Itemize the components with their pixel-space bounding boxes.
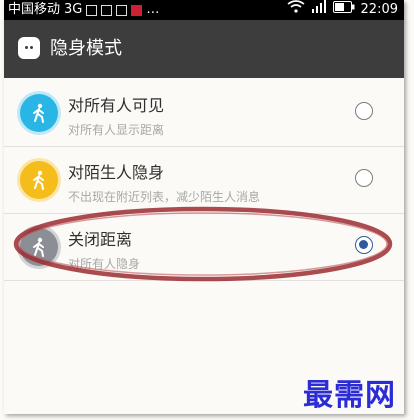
more-icon: …	[146, 2, 160, 17]
option-label: 对所有人可见	[68, 96, 165, 115]
chat-bubble-icon[interactable]	[18, 37, 40, 59]
option-visible-to-all[interactable]: 对所有人可见 对所有人显示距离	[4, 80, 404, 147]
option-description: 不出现在附近列表，减少陌生人消息	[68, 190, 261, 204]
option-description: 对所有人隐身	[68, 257, 141, 271]
page-title: 隐身模式	[50, 38, 122, 59]
option-hidden-from-strangers[interactable]: 对陌生人隐身 不出现在附近列表，减少陌生人消息	[4, 147, 404, 214]
radio-button-selected[interactable]	[355, 236, 373, 254]
signal-icon	[311, 0, 327, 20]
radio-button[interactable]	[355, 169, 373, 187]
network-type: 3G	[64, 2, 83, 17]
battery-icon	[332, 0, 355, 20]
clock: 22:09	[360, 2, 398, 17]
carrier-name: 中国移动	[8, 2, 61, 17]
status-bar: 中国移动 3G … 22:09	[4, 0, 404, 20]
option-label: 对陌生人隐身	[68, 163, 165, 182]
notification-icon	[101, 4, 113, 16]
option-description: 对所有人显示距离	[68, 123, 165, 137]
option-distance-off[interactable]: 关闭距离 对所有人隐身	[4, 214, 404, 281]
screen: 中国移动 3G … 22:09 隐身模式 对所有人可见 对所有人显示距离 对陌生…	[4, 0, 404, 414]
option-label: 关闭距离	[68, 230, 133, 249]
notification-icon	[86, 4, 98, 16]
title-bar: 隐身模式	[4, 20, 404, 78]
notification-icon	[131, 4, 143, 16]
walking-person-icon	[20, 228, 58, 266]
walking-person-icon	[20, 161, 58, 199]
walking-person-icon	[20, 94, 58, 132]
wifi-icon	[287, 0, 305, 20]
radio-button[interactable]	[355, 102, 373, 120]
notification-icon	[116, 4, 128, 16]
watermark: 最需网	[303, 378, 396, 413]
